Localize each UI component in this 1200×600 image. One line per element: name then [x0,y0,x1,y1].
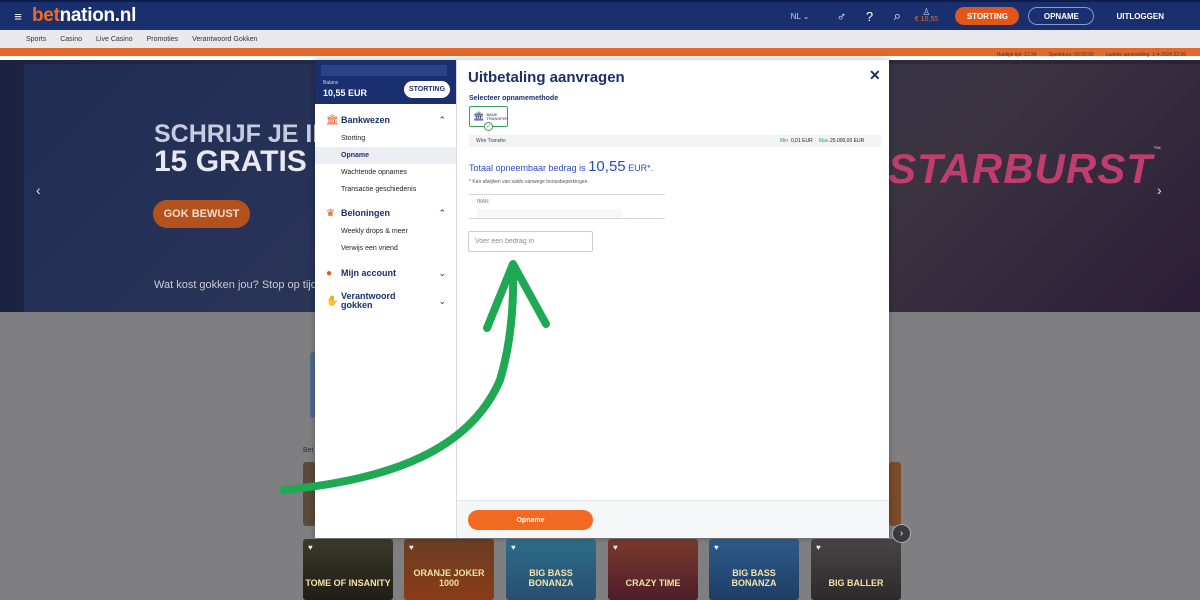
game-tile[interactable]: ♥ ORANJE JOKER 1000 [404,539,494,600]
heart-icon[interactable]: ♥ [613,543,618,552]
menu-icon[interactable]: ≡ [8,9,28,24]
game-tile-partial[interactable] [889,462,901,526]
menu-item-refer-friend[interactable]: Verwijs een vriend [315,240,456,257]
bank-icon: 🏛 [326,114,339,126]
wallet-sidebar: Balans 10,55 EUR STORTING 🏛 Bankwezen ⌃ … [315,60,457,538]
heart-icon[interactable]: ♥ [409,543,414,552]
chevron-up-icon: ⌃ [438,114,446,125]
hand-icon: ✋ [326,295,339,307]
section-my-account[interactable]: ● Mijn account ⌄ [315,263,456,283]
hero-cta-button[interactable]: GOK BEWUST [153,200,250,228]
nav-casino[interactable]: Casino [60,36,82,43]
menu-item-withdraw[interactable]: Opname [315,147,456,164]
deposit-button[interactable]: STORTING [955,7,1020,25]
withdraw-modal: Balans 10,55 EUR STORTING 🏛 Bankwezen ⌃ … [315,60,889,538]
help-icon[interactable]: ? [855,9,883,24]
game-tile[interactable]: ♥ BIG BALLER [811,539,901,600]
amount-input[interactable] [468,231,593,252]
nav-responsible-gambling[interactable]: Verantwoord Gokken [192,36,257,43]
game-tile[interactable]: ♥ TOME OF INSANITY [303,539,393,600]
sidebar-deposit-button[interactable]: STORTING [404,81,450,98]
modal-title: Uitbetaling aanvragen [468,69,625,86]
bank-transfer-option[interactable]: 🏛 BANK TRANSFER ✓ [469,106,508,131]
game-tile[interactable]: ♥ BIG BASS BONANZA [709,539,799,600]
section-banking[interactable]: 🏛 Bankwezen ⌃ [315,110,456,130]
chevron-down-icon: ⌄ [438,295,446,306]
search-icon[interactable]: ⌕ [883,8,911,24]
user-icon: ● [326,267,333,279]
game-logo: STARBURST™ [888,145,1162,192]
balance-value: 10,55 EUR [323,88,368,98]
section-rewards[interactable]: ♛ Beloningen ⌃ [315,203,456,223]
withdraw-button[interactable]: OPNAME [1028,7,1095,25]
section-label: Bet [303,447,314,454]
game-tile[interactable]: ♥ CRAZY TIME [608,539,698,600]
balance-header: Balans 10,55 EUR STORTING [315,60,456,104]
carousel-next-icon[interactable]: › [1157,182,1162,198]
bonus-disclaimer: * Kan afwijken van saldo vanwege bonusbe… [469,179,589,185]
menu-item-weekly-drops[interactable]: Weekly drops & meer [315,223,456,240]
method-label: Selecteer opnamemethode [469,95,559,102]
withdraw-panel: Uitbetaling aanvragen ✕ Selecteer opname… [457,60,889,538]
logout-button[interactable]: UITLOGGEN [1116,12,1164,21]
balance-label: Balans [323,80,339,86]
promotions-icon[interactable]: ♂ [827,9,855,24]
menu-item-pending-withdrawals[interactable]: Wachtende opnames [315,164,456,181]
hero-note: Wat kost gokken jou? Stop op tijd. [154,279,320,291]
wire-transfer-row: Wire Transfer Min. 0,01 EUR Max. 25.000,… [469,135,881,147]
heart-icon[interactable]: ♥ [816,543,821,552]
secondary-nav: Sports Casino Live Casino Promoties Vera… [0,30,1200,48]
header-strip [321,65,447,76]
close-icon[interactable]: ✕ [869,67,881,84]
game-tile[interactable]: ♥ BIG BASS BONANZA [506,539,596,600]
account-balance[interactable]: ♙ € 10,55 [911,8,941,24]
section-responsible-gambling[interactable]: ✋ Verantwoord gokken ⌄ [315,289,456,313]
bank-icon: 🏛 [473,111,485,121]
carousel-prev-icon[interactable]: ‹ [36,182,41,198]
nav-sports[interactable]: Sports [26,36,46,43]
language-selector[interactable]: NL ⌄ [791,12,810,21]
check-icon: ✓ [484,122,493,131]
crown-icon: ♛ [326,207,335,219]
site-logo[interactable]: betnation.nl [32,5,136,27]
withdrawable-total: Totaal opneembaar bedrag is 10,55 EUR*. [469,158,654,175]
chevron-up-icon: ⌃ [438,207,446,218]
chevron-down-icon: ⌄ [438,267,446,278]
carousel-next-icon[interactable]: › [892,524,911,543]
user-icon: ♙ [922,7,931,17]
modal-footer: Opname [457,500,889,538]
heart-icon[interactable]: ♥ [714,543,719,552]
heart-icon[interactable]: ♥ [511,543,516,552]
top-navbar: ≡ betnation.nl NL ⌄ ♂ ? ⌕ ♙ € 10,55 STORT… [0,0,1200,30]
nav-promotions[interactable]: Promoties [147,36,179,43]
iban-field: IBAN [469,194,665,219]
submit-withdraw-button[interactable]: Opname [468,510,593,530]
nav-live-casino[interactable]: Live Casino [96,36,133,43]
heart-icon[interactable]: ♥ [308,543,313,552]
iban-value-redacted [477,209,621,218]
menu-item-deposit[interactable]: Storting [315,130,456,147]
menu-item-transaction-history[interactable]: Transactie geschiedenis [315,181,456,198]
